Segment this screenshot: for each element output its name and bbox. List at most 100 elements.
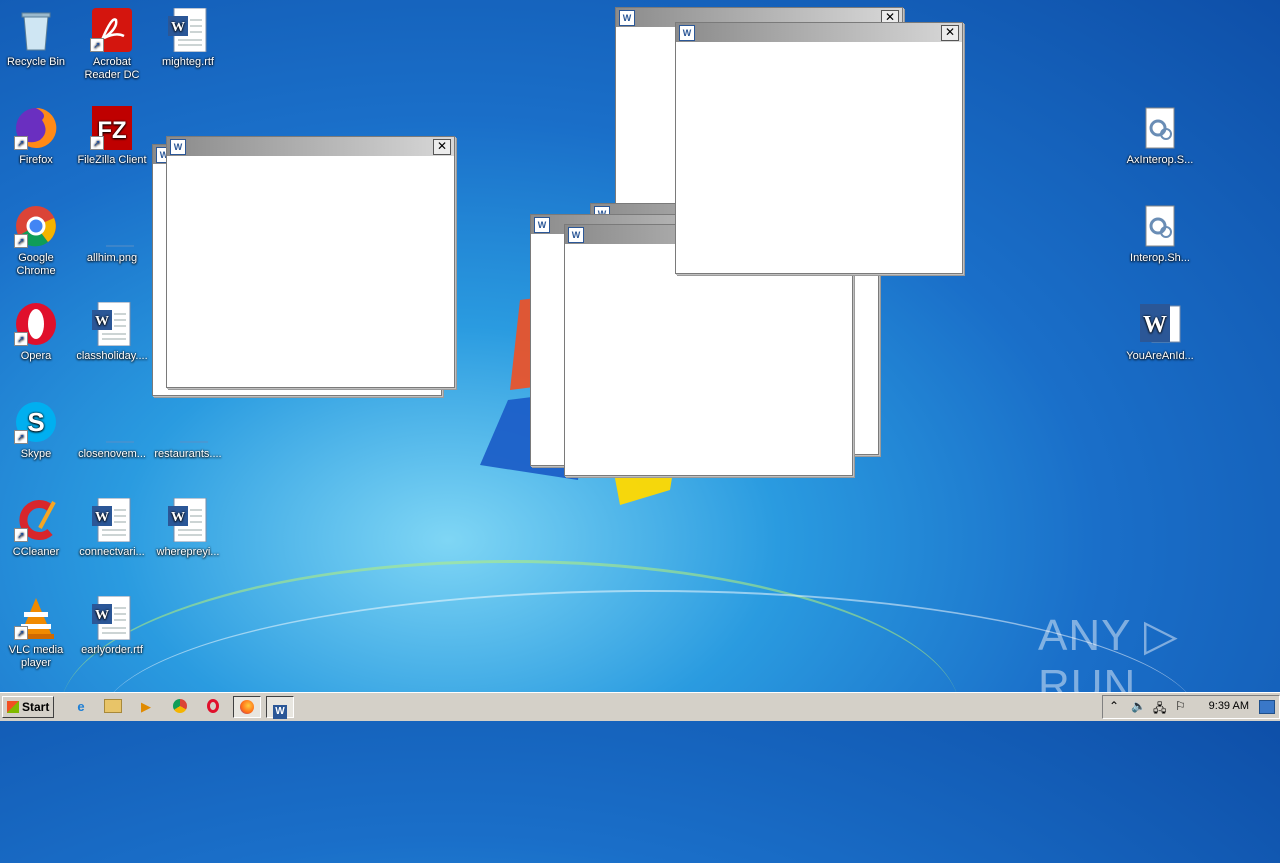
dll-file-icon xyxy=(1138,204,1182,248)
desktop-icon-whereprevi[interactable]: W wherepreyi... xyxy=(150,497,226,559)
skype-icon: S ➚ xyxy=(14,400,58,444)
word-icon: W xyxy=(170,139,186,155)
desktop-icon-classholiday[interactable]: W classholiday.... xyxy=(74,301,150,363)
desktop-icon-connectvari[interactable]: W connectvari... xyxy=(74,497,150,559)
desktop-icon-vlc[interactable]: ➚ VLC media player xyxy=(0,596,74,670)
folder-icon xyxy=(104,699,122,713)
word-icon: W xyxy=(273,705,287,719)
desktop-icon-firefox[interactable]: ➚ Firefox xyxy=(0,106,74,167)
svg-text:W: W xyxy=(95,608,109,623)
shortcut-arrow-icon: ➚ xyxy=(14,528,28,542)
desktop-icon-label: Google Chrome xyxy=(16,252,56,277)
recycle-bin-icon xyxy=(14,8,58,52)
acrobat-icon: ➚ xyxy=(90,8,134,52)
desktop-icon-ccleaner[interactable]: ➚ CCleaner xyxy=(0,498,74,559)
wallpaper-swoosh-2 xyxy=(100,590,1200,852)
chrome-icon: ➚ xyxy=(14,204,58,248)
desktop-icon-skype[interactable]: S ➚ Skype xyxy=(0,400,74,461)
shortcut-arrow-icon: ➚ xyxy=(14,136,28,150)
svg-text:W: W xyxy=(95,314,109,329)
media-player-icon: ▶ xyxy=(141,699,151,714)
desktop-icon-label: connectvari... xyxy=(79,546,145,558)
desktop-icon-interop[interactable]: Interop.Sh... xyxy=(1122,204,1198,265)
desktop-icon-youareanid[interactable]: W YouAreAnId... xyxy=(1122,302,1198,363)
desktop-icon-label: AxInterop.S... xyxy=(1126,154,1194,166)
chrome-taskbar-button[interactable] xyxy=(167,696,193,718)
word-document-icon: W xyxy=(166,497,210,543)
file-icon xyxy=(166,400,210,444)
windows-flag-icon xyxy=(7,701,19,713)
blank-window[interactable]: W ✕ xyxy=(166,136,455,388)
desktop-icon-label: earlyorder.rtf xyxy=(81,644,143,656)
shortcut-arrow-icon: ➚ xyxy=(14,332,28,346)
show-desktop-icon[interactable] xyxy=(1259,700,1275,714)
desktop-icon-label: mighteg.rtf xyxy=(162,56,214,68)
desktop-icon-axinterop[interactable]: AxInterop.S... xyxy=(1122,106,1198,167)
desktop-icon-recycle-bin[interactable]: Recycle Bin xyxy=(0,8,74,69)
desktop-icon-acrobat[interactable]: ➚ Acrobat Reader DC xyxy=(74,8,150,82)
image-file-icon xyxy=(90,204,134,248)
desktop-icon-label: restaurants.... xyxy=(154,448,222,460)
desktop-icon-label: allhim.png xyxy=(86,252,138,264)
clock[interactable]: 9:39 AM xyxy=(1209,700,1249,712)
close-button[interactable]: ✕ xyxy=(433,139,451,155)
show-hidden-icons-icon[interactable]: ⌃ xyxy=(1109,699,1119,713)
desktop-icon-label: closenovem... xyxy=(78,448,146,460)
opera-icon: ➚ xyxy=(14,302,58,346)
firefox-icon: ➚ xyxy=(14,106,58,150)
word-icon: W xyxy=(534,217,550,233)
desktop-icon-label: YouAreAnId... xyxy=(1126,350,1194,362)
explorer-taskbar-button[interactable] xyxy=(100,696,126,718)
word-document-icon: W xyxy=(90,301,134,347)
desktop-icon-restaurants[interactable]: restaurants.... xyxy=(150,400,226,461)
desktop-icon-label: wherepreyi... xyxy=(156,546,220,558)
close-button[interactable]: ✕ xyxy=(941,25,959,41)
media-player-taskbar-button[interactable]: ▶ xyxy=(133,696,159,718)
desktop-icon-label: Recycle Bin xyxy=(6,56,66,68)
firefox-taskbar-button[interactable] xyxy=(233,696,261,718)
system-tray: ⌃ 🔈 🖧 ⚐ 9:39 AM xyxy=(1102,695,1280,719)
start-button[interactable]: Start xyxy=(2,696,54,718)
word-document-icon: W xyxy=(166,7,210,53)
desktop-icon-filezilla[interactable]: FZ ➚ FileZilla Client xyxy=(74,106,150,167)
firefox-icon xyxy=(240,700,254,714)
word-taskbar-button[interactable]: W xyxy=(266,696,294,719)
word-icon: W xyxy=(568,227,584,243)
svg-text:W: W xyxy=(95,510,109,525)
network-icon[interactable]: 🖧 xyxy=(1153,699,1166,720)
word-icon: W xyxy=(679,25,695,41)
word-icon: W xyxy=(619,10,635,26)
word-document-icon: W xyxy=(90,595,134,641)
shortcut-arrow-icon: ➚ xyxy=(90,38,104,52)
shortcut-arrow-icon: ➚ xyxy=(14,234,28,248)
chrome-icon xyxy=(173,699,187,713)
window-titlebar[interactable]: W ✕ xyxy=(676,23,962,42)
ccleaner-icon: ➚ xyxy=(14,498,58,542)
desktop-icon-allhim[interactable]: allhim.png xyxy=(74,204,150,265)
opera-taskbar-button[interactable] xyxy=(200,696,226,718)
desktop-icon-earlyorder[interactable]: W earlyorder.rtf xyxy=(74,595,150,657)
shortcut-arrow-icon: ➚ xyxy=(90,136,104,150)
svg-text:W: W xyxy=(171,20,185,35)
desktop-icon-label: Firefox xyxy=(19,154,53,166)
shortcut-arrow-icon: ➚ xyxy=(14,626,28,640)
desktop-icon-mighteg[interactable]: W mighteg.rtf xyxy=(150,7,226,69)
svg-text:W: W xyxy=(1143,312,1167,338)
desktop-icon-closenovem[interactable]: closenovem... xyxy=(74,400,150,461)
blank-window[interactable]: W ✕ xyxy=(675,22,963,274)
desktop-icon-label: Opera xyxy=(20,350,52,362)
volume-icon[interactable]: 🔈 xyxy=(1131,699,1146,713)
ie-icon: e xyxy=(77,699,85,714)
svg-text:W: W xyxy=(171,510,185,525)
dll-file-icon xyxy=(1138,106,1182,150)
desktop-icon-label: CCleaner xyxy=(12,546,60,558)
window-titlebar[interactable]: W ✕ xyxy=(167,137,454,156)
desktop-icon-chrome[interactable]: ➚ Google Chrome xyxy=(0,204,74,278)
opera-icon xyxy=(207,699,219,713)
desktop-icon-label: FileZilla Client xyxy=(77,154,147,166)
desktop-icon-opera[interactable]: ➚ Opera xyxy=(0,302,74,363)
ie-taskbar-button[interactable]: e xyxy=(68,696,94,718)
action-center-flag-icon[interactable]: ⚐ xyxy=(1175,699,1186,713)
svg-text:S: S xyxy=(27,407,44,437)
start-label: Start xyxy=(22,700,50,714)
